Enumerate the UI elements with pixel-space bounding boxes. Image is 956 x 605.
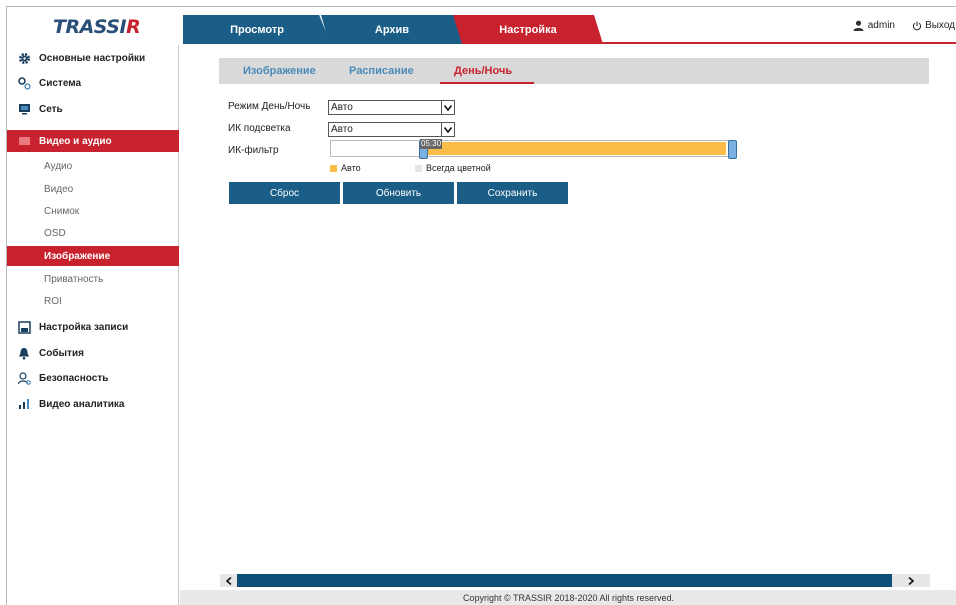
gears-icon — [17, 76, 31, 90]
sidebar-subitem-privacy[interactable]: Приватность — [7, 269, 179, 289]
ir-filter-schedule-bar[interactable]: 05:30 — [330, 139, 737, 159]
active-tab-underline — [440, 82, 535, 84]
subtab-daynight[interactable]: День/Ночь — [440, 58, 535, 84]
storage-icon — [17, 320, 31, 334]
end-handle[interactable] — [728, 140, 737, 159]
sidebar: Основные настройки Система Сеть Видео и … — [7, 45, 179, 605]
user-menu[interactable]: admin — [853, 20, 895, 31]
sidebar-subitem-image[interactable]: Изображение — [7, 246, 179, 266]
tab-archive[interactable]: Архив — [321, 15, 463, 44]
legend-auto: Авто — [330, 163, 361, 173]
tab-settings[interactable]: Настройка — [453, 15, 603, 44]
reset-button[interactable]: Сброс — [229, 182, 340, 204]
auto-range-fill — [423, 142, 726, 155]
app-frame: TRASSIR Просмотр Архив Настройка admin В… — [6, 6, 956, 605]
ir-light-select[interactable]: Авто — [328, 122, 455, 137]
main-panel: Изображение Расписание День/Ночь Режим Д… — [180, 45, 956, 605]
ir-light-label: ИК подсветка — [228, 123, 291, 134]
sidebar-item-security[interactable]: Безопасность — [7, 367, 179, 389]
daynight-mode-label: Режим День/Ночь — [228, 101, 311, 112]
sidebar-item-video-analytics[interactable]: Видео аналитика — [7, 393, 179, 415]
top-tabs: Просмотр Архив Настройка — [183, 15, 956, 44]
gear-icon — [17, 51, 31, 65]
horizontal-scrollbar[interactable] — [220, 574, 930, 587]
scroll-right-button[interactable] — [892, 574, 930, 587]
sidebar-item-network[interactable]: Сеть — [7, 98, 179, 120]
copyright-text: Copyright © TRASSIR 2018-2020 All rights… — [462, 593, 675, 603]
chart-icon — [17, 397, 31, 411]
time-tooltip: 05:30 — [420, 139, 443, 149]
subtabs-bar: Изображение Расписание День/Ночь — [219, 58, 929, 84]
scroll-left-button[interactable] — [220, 574, 237, 587]
sidebar-subitem-audio[interactable]: Аудио — [7, 156, 179, 176]
daynight-mode-select[interactable]: Авто — [328, 100, 455, 115]
logo: TRASSIR — [53, 16, 141, 38]
network-icon — [17, 102, 31, 116]
sidebar-item-basic-settings[interactable]: Основные настройки — [7, 47, 179, 69]
bell-icon — [17, 346, 31, 360]
sidebar-subitem-video[interactable]: Видео — [7, 179, 179, 199]
refresh-button[interactable]: Обновить — [343, 182, 454, 204]
video-icon — [17, 134, 31, 148]
chevron-right-icon — [908, 576, 914, 585]
footer: Copyright © TRASSIR 2018-2020 All rights… — [180, 590, 956, 605]
ir-filter-label: ИК-фильтр — [228, 145, 279, 156]
chevron-down-icon — [441, 123, 454, 136]
always-color-swatch — [415, 164, 422, 172]
tab-view[interactable]: Просмотр — [183, 15, 331, 44]
subtab-schedule[interactable]: Расписание — [349, 58, 414, 84]
chevron-left-icon — [225, 576, 232, 585]
legend-always-color: Всегда цветной — [415, 163, 491, 173]
user-icon — [853, 20, 864, 31]
subtab-image[interactable]: Изображение — [243, 58, 316, 84]
user-security-icon — [17, 371, 31, 385]
sidebar-item-system[interactable]: Система — [7, 72, 179, 94]
header: TRASSIR Просмотр Архив Настройка admin В… — [7, 7, 956, 44]
sidebar-item-events[interactable]: События — [7, 342, 179, 364]
auto-swatch — [330, 164, 337, 172]
sidebar-subitem-roi[interactable]: ROI — [7, 291, 179, 311]
sidebar-item-video-audio[interactable]: Видео и аудио — [7, 130, 179, 152]
power-icon — [912, 21, 922, 30]
user-name: admin — [867, 20, 895, 31]
chevron-down-icon — [441, 101, 454, 114]
sidebar-subitem-osd[interactable]: OSD — [7, 223, 179, 243]
logout-button[interactable]: Выход — [912, 20, 955, 31]
sidebar-subitem-snapshot[interactable]: Снимок — [7, 201, 179, 221]
save-button[interactable]: Сохранить — [457, 182, 568, 204]
logout-label: Выход — [925, 20, 955, 31]
sidebar-item-recording[interactable]: Настройка записи — [7, 316, 179, 338]
